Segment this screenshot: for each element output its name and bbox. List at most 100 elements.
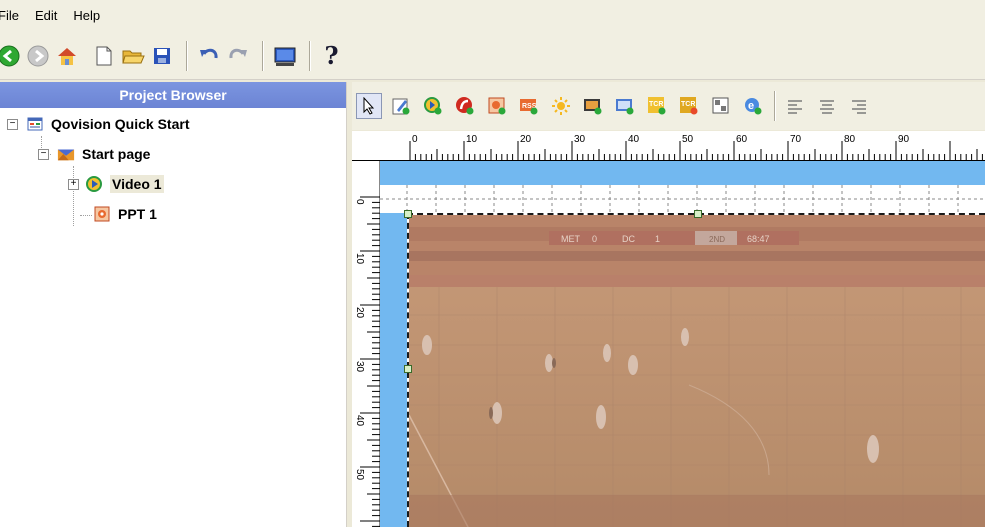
menu-file[interactable]: File [0,0,27,32]
menu-bar: File Edit Help [0,0,985,32]
project-tree: − Qovision Quick Start − Start page + Vi… [0,108,346,226]
align-center-icon [820,100,834,114]
design-canvas[interactable]: MET 0 DC 1 2ND 68:47 [380,161,985,527]
add-layout-button[interactable] [708,93,734,119]
new-icon [96,46,111,65]
ruler-number: 30 [354,361,365,373]
home-button[interactable] [54,43,79,69]
add-media-button[interactable] [420,93,446,119]
select-arrow-icon [363,97,375,115]
add-effect-button[interactable] [548,93,574,119]
resize-handle-top-left[interactable] [404,210,412,218]
ruler-number: 0 [412,134,418,145]
main-toolbar: ? [0,32,985,80]
ruler-number: 90 [898,134,910,145]
expand-icon[interactable]: + [68,178,79,190]
ruler-number: 20 [354,307,365,319]
scoreboard-team2: DC [622,234,635,244]
toolbar-separator [262,40,264,71]
home-icon [57,47,76,65]
add-image-button[interactable] [580,93,606,119]
video-thumbnail: MET 0 DC 1 2ND 68:47 [409,215,985,527]
align-center-button[interactable] [814,93,840,119]
menu-help[interactable]: Help [65,0,108,32]
ruler-number: 80 [844,134,856,145]
add-ticker2-icon: TCR [680,97,698,115]
undo-button[interactable] [196,43,221,69]
undo-icon [199,48,218,58]
collapse-icon[interactable]: − [7,118,18,130]
preview-icon [274,47,295,66]
back-icon [0,45,19,66]
add-ppt-button[interactable] [484,93,510,119]
scoreboard-score2: 1 [655,234,660,244]
project-icon [26,115,44,133]
align-left-button[interactable] [782,93,808,119]
ruler-number: 50 [354,469,365,481]
project-browser-title: Project Browser [0,82,346,108]
add-web-button[interactable]: e [740,93,766,119]
tree-label-start-page: Start page [82,146,151,162]
menu-edit[interactable]: Edit [27,0,65,32]
ruler-number: 50 [682,134,694,145]
page-icon [57,145,75,163]
collapse-icon[interactable]: − [38,148,49,160]
add-flash-icon [456,97,474,115]
redo-button[interactable] [225,43,250,69]
ruler-number: 40 [628,134,640,145]
save-button[interactable] [149,43,174,69]
add-media-icon [424,97,442,115]
ruler-number: 70 [790,134,802,145]
edit-text-button[interactable] [388,93,414,119]
tree-item-start-page[interactable]: − Start page [38,140,150,168]
ruler-number: 60 [736,134,748,145]
editor-toolbar: RSS TCR TCR e [352,82,985,130]
align-right-icon [852,100,866,114]
resize-handle-middle-left[interactable] [404,365,412,373]
vertical-ruler[interactable]: 0 10 20 30 40 50 [352,161,380,527]
forward-button[interactable] [25,43,50,69]
scoreboard-clock: 68:47 [747,234,770,244]
add-rss-icon: RSS [520,99,538,115]
add-ticker-icon: TCR [648,97,666,115]
add-flash-button[interactable] [452,93,478,119]
tree-item-root[interactable]: − Qovision Quick Start [7,110,189,138]
help-button[interactable]: ? [319,41,344,70]
ruler-number: 10 [466,134,478,145]
edit-text-icon [392,98,410,115]
toolbar-separator [774,91,776,121]
ruler-number: 20 [520,134,532,145]
resize-handle-top-center[interactable] [694,210,702,218]
preview-button[interactable] [272,43,297,69]
video-element[interactable]: MET 0 DC 1 2ND 68:47 [407,213,985,527]
svg-text:e: e [748,100,754,112]
tree-item-video[interactable]: + Video 1 [68,170,164,198]
svg-text:TCR: TCR [649,101,663,108]
toolbar-separator [309,40,311,71]
tree-line [80,215,92,216]
open-button[interactable] [120,43,145,69]
tree-label-video: Video 1 [110,175,164,193]
add-effect-icon [552,97,570,115]
save-icon [153,47,170,64]
align-right-button[interactable] [846,93,872,119]
scoreboard-team1: MET [561,234,581,244]
redo-icon [228,48,247,58]
open-icon [121,50,145,63]
new-button[interactable] [91,43,116,69]
tree-label-ppt: PPT 1 [118,206,157,222]
tree-item-ppt[interactable]: PPT 1 [93,200,157,228]
back-button[interactable] [0,43,21,69]
help-icon: ? [324,41,339,70]
video-icon [85,175,103,193]
add-ticker-button[interactable]: TCR [644,93,670,119]
add-web-icon: e [745,98,762,115]
add-picture-button[interactable] [612,93,638,119]
add-rss-button[interactable]: RSS [516,93,542,119]
select-tool-button[interactable] [356,93,382,119]
add-ticker2-button[interactable]: TCR [676,93,702,119]
forward-icon [27,45,48,66]
add-ppt-icon [488,97,506,115]
horizontal-ruler[interactable]: 0 10 20 30 40 50 60 70 80 90 [352,131,985,161]
ppt-icon [93,205,111,223]
